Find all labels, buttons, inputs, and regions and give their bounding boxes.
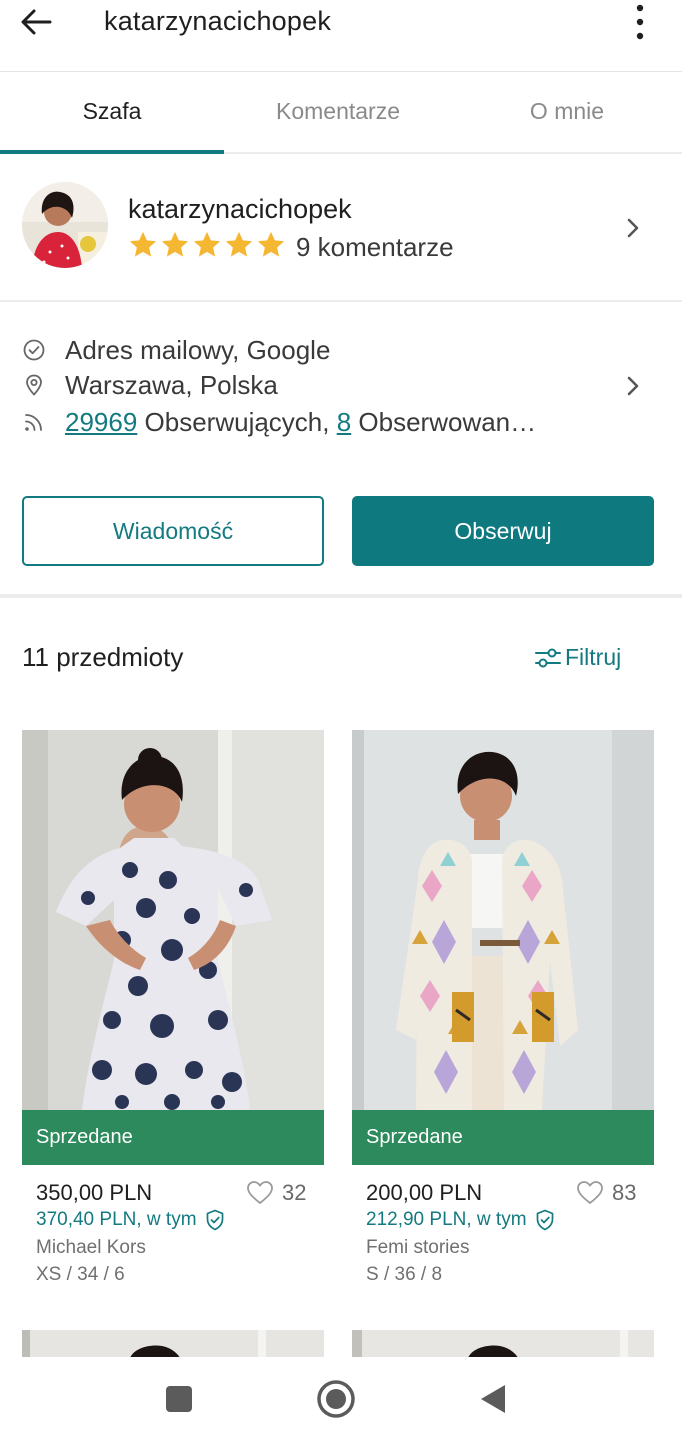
square-icon[interactable] bbox=[157, 1377, 201, 1421]
star-icon bbox=[161, 231, 189, 257]
item-brand: Femi stories bbox=[366, 1237, 470, 1258]
triangle-back-icon[interactable] bbox=[471, 1377, 515, 1421]
filter-label: Filtruj bbox=[565, 644, 622, 670]
star-icon bbox=[129, 231, 157, 257]
location-text: Warszawa, Polska bbox=[65, 369, 278, 400]
followers-label: Obserwujących, bbox=[137, 406, 337, 437]
favorite-count: 32 bbox=[282, 1180, 307, 1205]
price-total-text: 370,40 PLN, w tym bbox=[36, 1209, 197, 1230]
section-divider bbox=[0, 594, 682, 598]
shield-check-icon bbox=[536, 1209, 553, 1231]
reviews-count: 9 komentarze bbox=[296, 232, 454, 262]
item-size: XS / 34 / 6 bbox=[36, 1264, 125, 1285]
back-arrow-icon[interactable] bbox=[18, 6, 54, 38]
heart-icon bbox=[577, 1181, 603, 1204]
items-count: 11 przedmioty bbox=[22, 642, 184, 672]
item-price: 200,00 PLN bbox=[366, 1180, 483, 1205]
verified-row: Adres mailowy, Google bbox=[22, 333, 330, 367]
message-button[interactable]: Wiadomość bbox=[22, 496, 324, 566]
star-icon bbox=[225, 231, 253, 257]
followers-count-link[interactable]: 29969 bbox=[65, 407, 137, 437]
more-vert-icon[interactable] bbox=[626, 2, 654, 42]
profile-summary[interactable]: katarzynacichopek 9 komentarze bbox=[0, 156, 682, 302]
chevron-right-icon bbox=[627, 376, 639, 396]
item-photo bbox=[22, 730, 324, 1110]
item-photo-partial[interactable] bbox=[22, 1330, 324, 1358]
favorite-button[interactable]: 83 bbox=[576, 1180, 636, 1206]
check-circle-icon bbox=[23, 339, 45, 361]
rss-icon bbox=[25, 414, 42, 431]
follow-button[interactable]: Obserwuj bbox=[352, 496, 654, 566]
followers-row: 29969 Obserwujących, 8 Obserwowan… bbox=[22, 405, 536, 439]
verified-text: Adres mailowy, Google bbox=[65, 334, 331, 365]
following-label: Obserwowan… bbox=[351, 406, 537, 437]
shield-check-icon bbox=[206, 1209, 223, 1231]
tab-szafa[interactable]: Szafa bbox=[0, 98, 224, 125]
item-photo bbox=[352, 730, 654, 1110]
item-size: S / 36 / 8 bbox=[366, 1264, 443, 1285]
location-pin-icon bbox=[26, 374, 42, 396]
star-icon bbox=[257, 231, 285, 257]
chevron-right-icon bbox=[627, 218, 639, 238]
sold-banner: Sprzedane bbox=[352, 1110, 654, 1165]
filter-button[interactable]: Filtruj bbox=[534, 644, 621, 671]
profile-username: katarzynacichopek bbox=[128, 194, 352, 224]
following-count-link[interactable]: 8 bbox=[337, 407, 351, 437]
circle-home-icon[interactable] bbox=[314, 1377, 358, 1421]
location-row: Warszawa, Polska bbox=[22, 368, 278, 402]
filter-sliders-icon bbox=[535, 648, 561, 667]
item-price-total[interactable]: 212,90 PLN, w tym bbox=[366, 1209, 555, 1231]
tab-bar: Szafa Komentarze O mnie bbox=[0, 72, 682, 154]
favorite-count: 83 bbox=[612, 1180, 637, 1205]
system-nav-bar bbox=[0, 1357, 682, 1440]
page-title: katarzynacichopek bbox=[104, 6, 332, 36]
item-price-total[interactable]: 370,40 PLN, w tym bbox=[36, 1209, 225, 1231]
item-price: 350,00 PLN bbox=[36, 1180, 153, 1205]
rating-stars bbox=[128, 230, 286, 260]
heart-icon bbox=[247, 1181, 273, 1204]
active-tab-indicator bbox=[0, 150, 224, 154]
tab-komentarze[interactable]: Komentarze bbox=[226, 98, 450, 125]
star-icon bbox=[193, 231, 221, 257]
tab-o-mnie[interactable]: O mnie bbox=[455, 98, 679, 125]
price-total-text: 212,90 PLN, w tym bbox=[366, 1209, 527, 1230]
profile-info[interactable]: Adres mailowy, Google Warszawa, Polska 2… bbox=[0, 304, 682, 454]
item-brand: Michael Kors bbox=[36, 1237, 146, 1258]
favorite-button[interactable]: 32 bbox=[246, 1180, 306, 1206]
app-header: katarzynacichopek bbox=[0, 0, 682, 72]
item-photo-partial[interactable] bbox=[352, 1330, 654, 1358]
sold-banner: Sprzedane bbox=[22, 1110, 324, 1165]
avatar bbox=[22, 182, 108, 268]
